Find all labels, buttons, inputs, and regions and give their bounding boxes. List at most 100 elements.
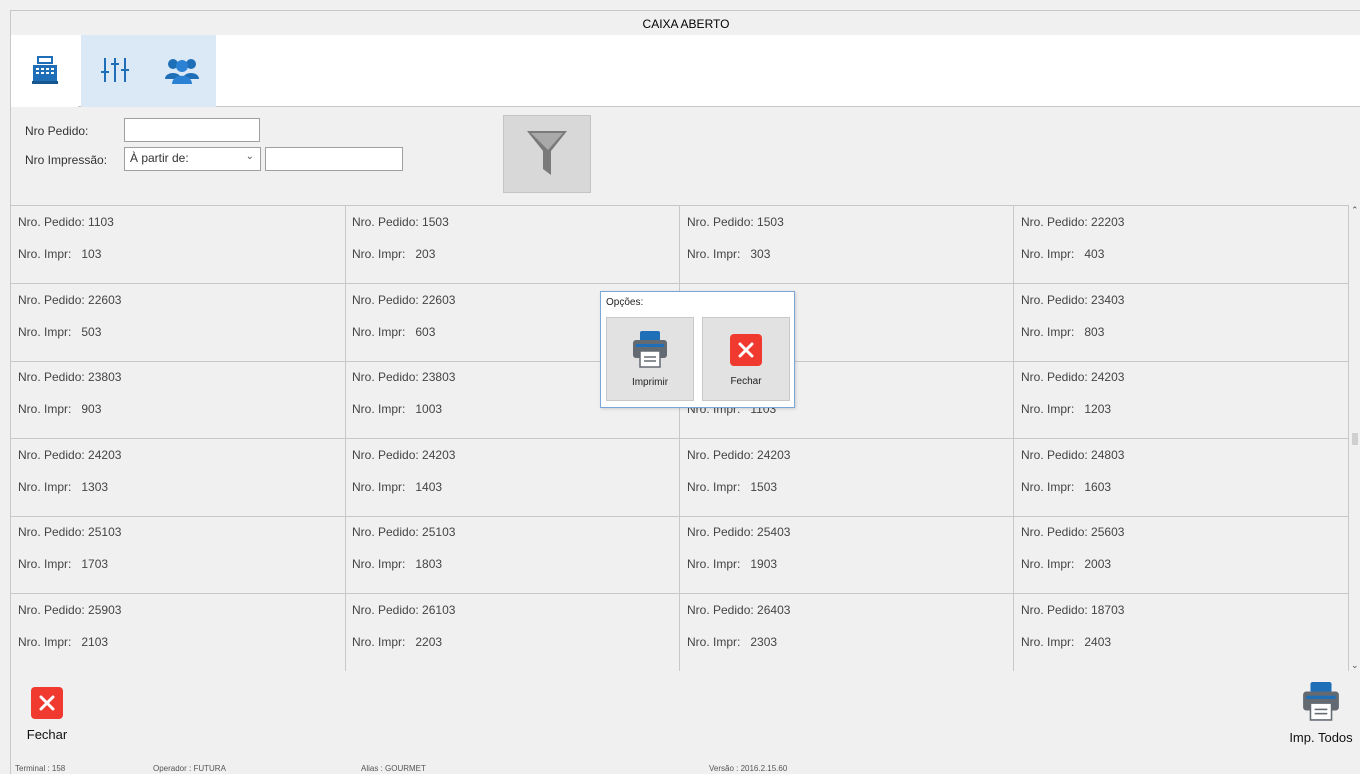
order-impr: Nro. Impr: 1903 — [687, 557, 778, 571]
order-pedido: Nro. Pedido: 22203 — [1021, 215, 1125, 229]
order-impr: Nro. Impr: 1603 — [1021, 479, 1112, 494]
order-pedido: Nro. Pedido: 26103 — [352, 602, 456, 617]
order-impr: Nro. Impr: 2003 — [1021, 557, 1112, 571]
chevron-down-icon: ⌄ — [245, 151, 254, 162]
order-impr: Nro. Impr: 303 — [687, 247, 771, 261]
order-pedido: Nro. Pedido: 1503 — [687, 215, 784, 229]
order-pedido: Nro. Pedido: 23803 — [352, 370, 456, 384]
status-alias: Alias : GOURMET — [361, 764, 426, 773]
order-card[interactable]: Nro. Pedido: 22203 Nro. Impr: 403 — [1014, 206, 1349, 284]
order-card[interactable]: Nro. Pedido: 25603 Nro. Impr: 2003 — [1014, 516, 1349, 594]
order-impr: Nro. Impr: 1803 — [352, 557, 443, 571]
order-pedido: Nro. Pedido: 1103 — [18, 215, 114, 229]
order-pedido: Nro. Pedido: 25103 — [352, 525, 456, 539]
status-terminal: Terminal : 158 — [15, 764, 66, 773]
order-card[interactable]: Nro. Pedido: 24803 Nro. Impr: 1603 — [1014, 438, 1349, 517]
order-card[interactable]: Nro. Pedido: 18703 Nro. Impr: 2403 — [1014, 593, 1349, 672]
close-icon — [730, 334, 762, 366]
chevron-down-icon[interactable]: ⌄ — [1351, 660, 1359, 671]
order-card[interactable]: Nro. Pedido: 25103 Nro. Impr: 1703 — [11, 516, 346, 594]
sliders-icon — [99, 55, 131, 88]
order-card[interactable]: Nro. Pedido: 24203 Nro. Impr: 1503 — [680, 438, 1014, 517]
popup-close-label: Fechar — [730, 376, 762, 387]
order-impr: Nro. Impr: 2303 — [687, 634, 778, 649]
close-button[interactable]: Fechar — [25, 687, 69, 742]
order-impr: Nro. Impr: 1303 — [18, 479, 109, 494]
print-button[interactable]: Imprimir — [606, 317, 694, 401]
order-pedido: Nro. Pedido: 25903 — [18, 602, 122, 617]
popup-close-button[interactable]: Fechar — [702, 317, 790, 401]
print-all-label: Imp. Todos — [1289, 730, 1353, 745]
order-pedido: Nro. Pedido: 25103 — [18, 525, 122, 539]
order-impr: Nro. Impr: 503 — [18, 324, 102, 339]
cash-register-icon — [30, 55, 60, 88]
chevron-up-icon[interactable]: ⌃ — [1351, 205, 1359, 216]
order-pedido: Nro. Pedido: 24203 — [352, 447, 456, 462]
toolbar — [11, 35, 1360, 107]
footer: Fechar Imp. Todos — [11, 671, 1360, 763]
pedido-label: Nro Pedido: — [25, 124, 89, 138]
scrollbar-thumb[interactable] — [1352, 433, 1358, 445]
impressao-label: Nro Impressão: — [25, 153, 108, 167]
status-versao: Versão : 2016.2.15.60 — [709, 764, 788, 773]
order-impr: Nro. Impr: 2203 — [352, 634, 443, 649]
print-all-button[interactable]: Imp. Todos — [1281, 681, 1360, 745]
order-card[interactable]: Nro. Pedido: 1503 Nro. Impr: 303 — [680, 206, 1014, 284]
funnel-icon — [525, 129, 569, 180]
order-card[interactable]: Nro. Pedido: 24203 Nro. Impr: 1203 — [1014, 361, 1349, 439]
app-window: CAIXA ABERTO Nro Pedido: Nro Impressão: … — [10, 10, 1360, 774]
order-impr: Nro. Impr: 2103 — [18, 634, 109, 649]
order-impr: Nro. Impr: 1003 — [352, 402, 443, 416]
order-pedido: Nro. Pedido: 24203 — [687, 447, 791, 462]
impressao-select[interactable]: À partir de: ⌄ — [124, 147, 261, 171]
printer-icon — [1301, 681, 1341, 724]
order-pedido: Nro. Pedido: 25603 — [1021, 525, 1125, 539]
order-pedido: Nro. Pedido: 22603 — [352, 292, 456, 307]
order-impr: Nro. Impr: 603 — [352, 324, 436, 339]
order-pedido: Nro. Pedido: 23803 — [18, 370, 122, 384]
filter-button[interactable] — [503, 115, 591, 193]
order-card[interactable]: Nro. Pedido: 23803 Nro. Impr: 903 — [11, 361, 346, 439]
order-card[interactable]: Nro. Pedido: 26103 Nro. Impr: 2203 — [345, 593, 680, 672]
order-card[interactable]: Nro. Pedido: 25403 Nro. Impr: 1903 — [680, 516, 1014, 594]
tab-ajustes[interactable] — [81, 35, 148, 107]
order-pedido: Nro. Pedido: 1503 — [352, 215, 449, 229]
print-button-label: Imprimir — [631, 377, 669, 388]
order-pedido: Nro. Pedido: 23403 — [1021, 292, 1125, 307]
order-card[interactable]: Nro. Pedido: 1503 Nro. Impr: 203 — [345, 206, 680, 284]
impressao-input[interactable] — [265, 147, 403, 171]
order-card[interactable]: Nro. Pedido: 25903 Nro. Impr: 2103 — [11, 593, 346, 672]
pedido-input[interactable] — [124, 118, 260, 142]
options-popup: Opções: Imprimir Fechar — [600, 291, 795, 408]
window-title: CAIXA ABERTO — [11, 11, 1360, 35]
order-pedido: Nro. Pedido: 26403 — [687, 602, 791, 617]
order-pedido: Nro. Pedido: 24203 — [1021, 370, 1125, 384]
order-pedido: Nro. Pedido: 22603 — [18, 292, 122, 307]
tab-caixa[interactable] — [11, 35, 78, 107]
printer-icon — [631, 330, 669, 371]
order-pedido: Nro. Pedido: 24203 — [18, 447, 122, 462]
order-impr: Nro. Impr: 903 — [18, 402, 102, 416]
filter-panel: Nro Pedido: Nro Impressão: À partir de: … — [11, 107, 1360, 205]
status-operador: Operador : FUTURA — [153, 764, 226, 773]
order-card[interactable]: Nro. Pedido: 23403 Nro. Impr: 803 — [1014, 283, 1349, 362]
order-card[interactable]: Nro. Pedido: 22603 Nro. Impr: 503 — [11, 283, 346, 362]
order-card[interactable]: Nro. Pedido: 1103 Nro. Impr: 103 — [11, 206, 346, 284]
order-impr: Nro. Impr: 103 — [18, 247, 102, 261]
order-impr: Nro. Impr: 1503 — [687, 479, 778, 494]
close-icon — [31, 687, 63, 719]
order-card[interactable]: Nro. Pedido: 24203 Nro. Impr: 1403 — [345, 438, 680, 517]
close-button-label: Fechar — [26, 727, 68, 742]
order-card[interactable]: Nro. Pedido: 24203 Nro. Impr: 1303 — [11, 438, 346, 517]
order-card[interactable]: Nro. Pedido: 26403 Nro. Impr: 2303 — [680, 593, 1014, 672]
order-pedido: Nro. Pedido: 18703 — [1021, 602, 1125, 617]
status-bar: Terminal : 158 Operador : FUTURA Alias :… — [11, 763, 1360, 774]
popup-title: Opções: — [606, 297, 644, 308]
order-impr: Nro. Impr: 803 — [1021, 324, 1105, 339]
tab-usuarios[interactable] — [148, 35, 216, 107]
grid-scrollbar[interactable]: ⌃ ⌄ — [1349, 205, 1360, 671]
order-impr: Nro. Impr: 203 — [352, 247, 436, 261]
order-impr: Nro. Impr: 403 — [1021, 247, 1105, 261]
order-card[interactable]: Nro. Pedido: 25103 Nro. Impr: 1803 — [345, 516, 680, 594]
order-impr: Nro. Impr: 1703 — [18, 557, 109, 571]
